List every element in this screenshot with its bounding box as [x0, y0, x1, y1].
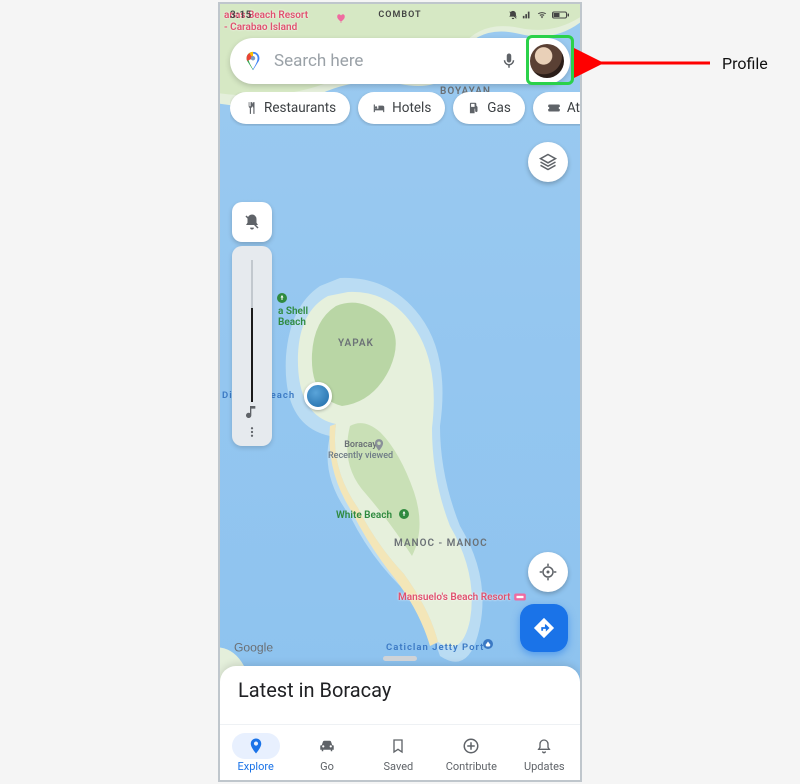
search-bar[interactable]: Search here [230, 38, 570, 84]
google-maps-logo-icon [242, 50, 264, 72]
more-icon[interactable] [232, 426, 272, 438]
directions-fab[interactable] [520, 604, 568, 652]
category-chips-row[interactable]: Restaurants Hotels Gas Attrac [230, 92, 580, 126]
screenshot-canvas: anas Beach Resort - Carabao Island BOYAY… [0, 0, 800, 784]
status-time: 3:15 [230, 10, 252, 21]
ferry-pin-icon [482, 638, 494, 650]
park-pin-icon [398, 508, 410, 520]
bottom-nav: Explore Go Saved Contribute Updates [220, 724, 580, 780]
google-watermark: Google [234, 638, 290, 662]
park-pin-icon [276, 292, 288, 304]
map-poi-shell-beach[interactable]: a Shell Beach [278, 306, 308, 328]
car-icon [317, 737, 337, 755]
slider-fill [251, 308, 253, 402]
drag-handle[interactable] [383, 656, 417, 661]
map-poi-caticlan[interactable]: Caticlan Jetty Port [386, 642, 484, 653]
map-district-manoc: MANOC - MANOC [394, 538, 488, 549]
restaurant-icon [244, 101, 258, 115]
mute-button[interactable] [232, 202, 272, 242]
chip-hotels[interactable]: Hotels [358, 92, 445, 124]
lodging-pin-icon [513, 592, 527, 602]
bottom-sheet[interactable]: Latest in Boracay [220, 666, 580, 724]
wifi-icon [536, 10, 548, 20]
place-pin-icon [372, 438, 386, 452]
chip-label: Gas [487, 100, 511, 116]
ticket-icon [547, 101, 561, 115]
volume-slider[interactable] [232, 246, 272, 446]
media-volume-control[interactable] [232, 202, 272, 446]
pin-icon [247, 737, 265, 755]
nav-updates[interactable]: Updates [510, 727, 578, 779]
nav-go[interactable]: Go [293, 727, 361, 779]
nav-label: Go [320, 760, 334, 773]
bell-off-icon [243, 213, 261, 231]
bottom-sheet-title: Latest in Boracay [238, 678, 562, 702]
chip-label: Hotels [392, 100, 431, 116]
nav-explore[interactable]: Explore [222, 727, 290, 779]
nav-label: Contribute [446, 760, 497, 773]
map-center-label[interactable]: Boracay Recently viewed [328, 440, 393, 462]
chip-label: Attrac [567, 100, 580, 116]
media-source-icon [232, 404, 272, 420]
music-note-icon [244, 404, 260, 420]
dnd-icon [508, 10, 518, 20]
bell-icon [536, 737, 552, 755]
layers-button[interactable] [528, 142, 568, 182]
chip-gas[interactable]: Gas [453, 92, 525, 124]
annotation-label: Profile [722, 54, 768, 73]
battery-icon [552, 10, 570, 20]
gas-icon [467, 101, 481, 115]
google-watermark-text: Google [234, 641, 273, 655]
status-icons [508, 10, 570, 20]
nav-label: Updates [524, 760, 565, 773]
directions-icon [533, 617, 555, 639]
chip-attractions[interactable]: Attrac [533, 92, 580, 124]
status-bar: 3:15 COMBOT [220, 4, 580, 26]
nav-contribute[interactable]: Contribute [436, 727, 507, 779]
signal-icon [522, 10, 532, 20]
bookmark-icon [390, 737, 406, 755]
chip-label: Restaurants [264, 100, 336, 116]
nav-label: Explore [238, 760, 274, 773]
map-poi-mansuelo[interactable]: Mansuelo's Beach Resort [398, 592, 527, 603]
map-poi-white-beach[interactable]: White Beach [336, 510, 392, 521]
voice-search-button[interactable] [498, 50, 520, 72]
map-island-boracay [280, 276, 510, 676]
hotel-icon [372, 101, 386, 115]
crosshair-icon [538, 562, 558, 582]
microphone-icon [500, 52, 518, 70]
search-input[interactable]: Search here [274, 51, 488, 71]
phone-frame: anas Beach Resort - Carabao Island BOYAY… [218, 2, 582, 782]
nav-label: Saved [384, 760, 414, 773]
nav-saved[interactable]: Saved [364, 727, 432, 779]
my-location-button[interactable] [528, 552, 568, 592]
map-place-marker[interactable] [304, 382, 332, 410]
layers-icon [538, 152, 558, 172]
annotation-arrow [592, 52, 712, 74]
chip-restaurants[interactable]: Restaurants [230, 92, 350, 124]
status-carrier: COMBOT [378, 10, 421, 20]
map-district-yapak: YAPAK [338, 338, 374, 349]
plus-circle-icon [462, 737, 480, 755]
profile-avatar[interactable] [530, 44, 564, 78]
